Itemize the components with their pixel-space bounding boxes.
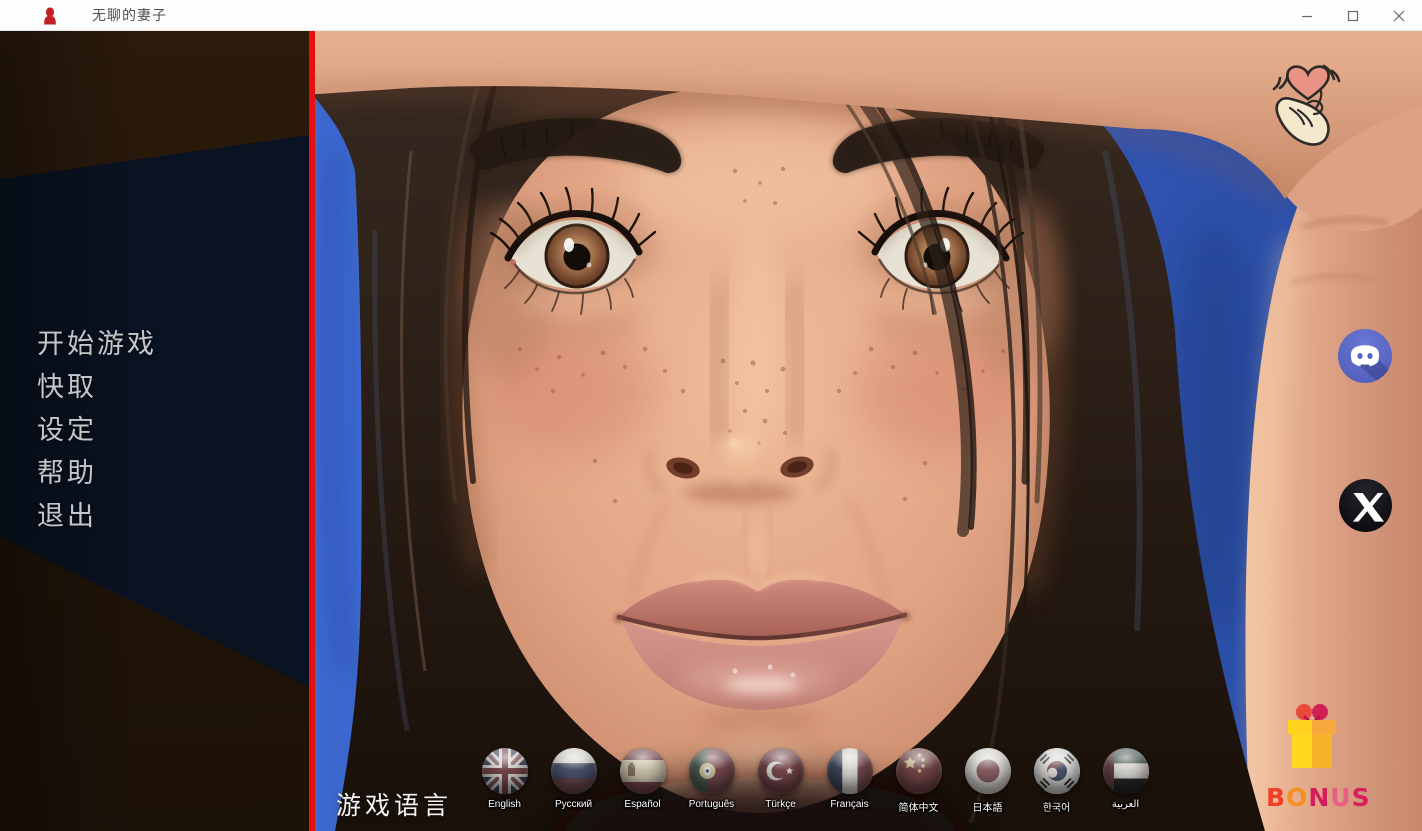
window-controls — [1284, 0, 1422, 31]
app-icon — [42, 6, 58, 26]
language-option-russian[interactable]: Русский — [539, 748, 608, 814]
language-option-portuguese[interactable]: Português — [677, 748, 746, 814]
language-option-korean[interactable]: 한국어 — [1022, 748, 1091, 814]
menu-item-settings[interactable]: 设定 — [37, 409, 157, 452]
menu-panel: 开始游戏 快取 设定 帮助 退出 — [0, 31, 309, 831]
flag-turkey-icon — [758, 748, 804, 794]
language-option-spanish[interactable]: Español — [608, 748, 677, 814]
language-option-turkish[interactable]: Türkçe — [746, 748, 815, 814]
language-label: 游戏语言 — [336, 786, 452, 822]
language-option-arabic[interactable]: العربية — [1091, 748, 1160, 814]
language-option-english[interactable]: English — [470, 748, 539, 814]
minimize-icon — [1301, 10, 1313, 22]
bonus-label: BONUS — [1266, 783, 1358, 812]
flag-russia-icon — [551, 748, 597, 794]
red-divider — [309, 31, 315, 831]
flag-uk-icon — [482, 748, 528, 794]
flag-spain-icon — [620, 748, 666, 794]
window-title: 无聊的妻子 — [92, 0, 167, 31]
close-button[interactable] — [1376, 0, 1422, 31]
minimize-button[interactable] — [1284, 0, 1330, 31]
close-icon — [1393, 10, 1405, 22]
flag-korea-icon — [1034, 748, 1080, 794]
menu-item-load[interactable]: 快取 — [37, 366, 157, 409]
flag-china-icon — [896, 748, 942, 794]
finger-heart-icon[interactable] — [1264, 58, 1354, 158]
language-bar: English Русский Español — [470, 748, 1160, 814]
bonus-button[interactable]: BONUS — [1266, 702, 1358, 812]
discord-icon[interactable] — [1338, 329, 1392, 383]
menu-item-quit[interactable]: 退出 — [37, 495, 157, 538]
maximize-icon — [1347, 10, 1359, 22]
maximize-button[interactable] — [1330, 0, 1376, 31]
flag-uae-icon — [1103, 748, 1149, 794]
language-option-french[interactable]: Français — [815, 748, 884, 814]
app-window: 无聊的妻子 — [0, 0, 1422, 831]
menu-item-start[interactable]: 开始游戏 — [37, 323, 157, 366]
titlebar: 无聊的妻子 — [0, 0, 1422, 31]
flag-france-icon — [827, 748, 873, 794]
gift-icon — [1282, 702, 1342, 776]
language-option-chinese[interactable]: 简体中文 — [884, 748, 953, 814]
x-twitter-icon[interactable] — [1339, 479, 1392, 532]
language-option-japanese[interactable]: 日本語 — [953, 748, 1022, 814]
portrait-illustration — [315, 31, 1422, 831]
menu-item-help[interactable]: 帮助 — [37, 452, 157, 495]
flag-portugal-icon — [689, 748, 735, 794]
game-area: 开始游戏 快取 设定 帮助 退出 游戏语言 English — [0, 31, 1422, 831]
background-art — [315, 31, 1422, 831]
main-menu: 开始游戏 快取 设定 帮助 退出 — [37, 323, 157, 538]
flag-japan-icon — [965, 748, 1011, 794]
